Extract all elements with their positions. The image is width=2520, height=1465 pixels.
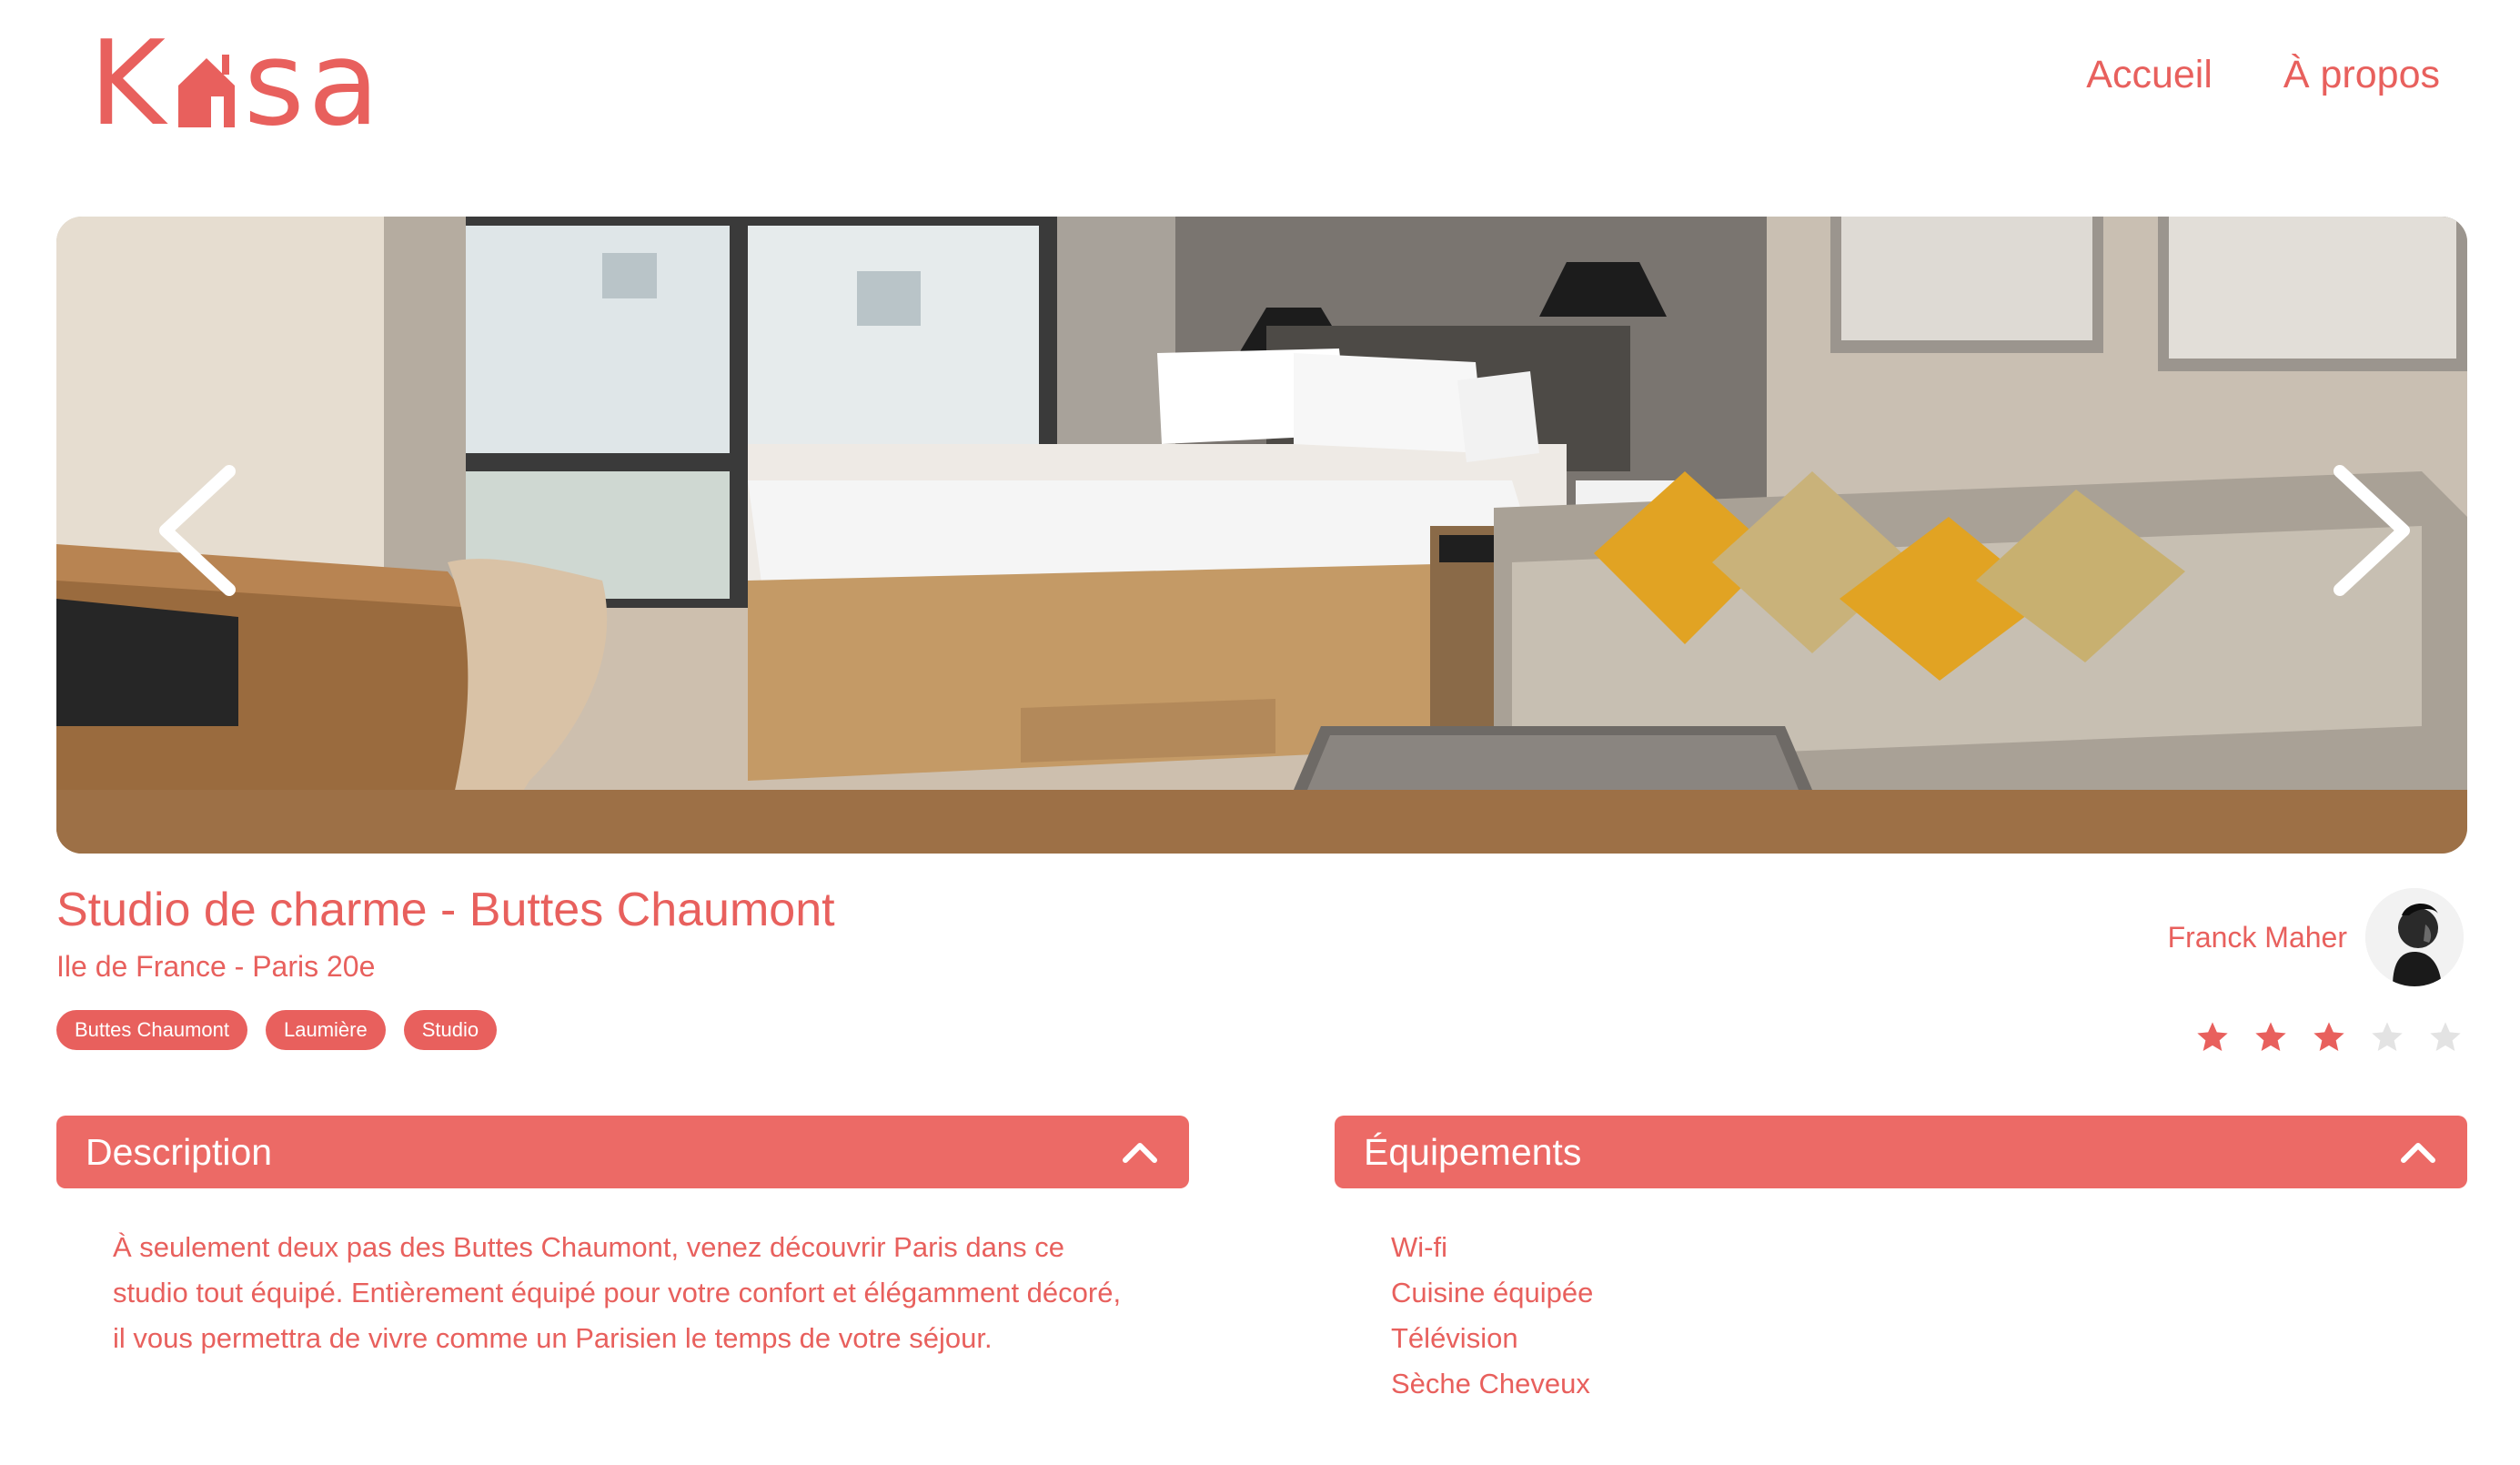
equipments-toggle[interactable]: Équipements: [1335, 1116, 2467, 1188]
chevron-up-icon[interactable]: [2398, 1138, 2438, 1166]
description-collapse: Description À seulement deux pas des But…: [56, 1116, 1189, 1361]
house-icon: [177, 55, 235, 127]
listing-photo: [56, 217, 2467, 854]
equipment-list: Wi-fi Cuisine équipée Télévision Sèche C…: [1391, 1225, 2411, 1407]
main-nav: Accueil À propos: [2086, 53, 2440, 97]
listing-title: Studio de charme - Buttes Chaumont: [56, 884, 835, 936]
description-toggle[interactable]: Description: [56, 1116, 1189, 1188]
logo-letters-sa: sa: [243, 16, 384, 152]
star-icon: [2430, 1022, 2461, 1051]
chevron-right-icon[interactable]: [2322, 462, 2422, 599]
host-name: Franck Maher: [2167, 920, 2347, 954]
star-icon: [2313, 1022, 2344, 1051]
star-icon: [2372, 1022, 2403, 1051]
rating-stars: [2194, 1019, 2464, 1056]
list-item: Télévision: [1391, 1322, 1518, 1354]
description-text: À seulement deux pas des Buttes Chaumont…: [113, 1231, 1122, 1354]
logo-letter-k: K: [89, 16, 169, 152]
tag-badge: Laumière: [265, 1010, 386, 1050]
nav-about-link[interactable]: À propos: [2283, 53, 2440, 97]
photo-carousel: [56, 217, 2467, 854]
equipments-body: Wi-fi Cuisine équipée Télévision Sèche C…: [1335, 1188, 2467, 1407]
listing-location: Ile de France - Paris 20e: [56, 950, 376, 983]
description-header: Description: [86, 1130, 273, 1173]
site-header: K sa Accueil À propos: [0, 0, 2520, 182]
star-icon: [2197, 1022, 2228, 1051]
tag-badge: Studio: [403, 1010, 498, 1050]
nav-home-link[interactable]: Accueil: [2086, 53, 2213, 97]
chevron-left-icon[interactable]: [147, 462, 247, 599]
list-item: Sèche Cheveux: [1391, 1368, 1590, 1399]
tag-badge: Buttes Chaumont: [56, 1010, 247, 1050]
host-info: Franck Maher: [2168, 888, 2464, 986]
list-item: Cuisine équipée: [1391, 1277, 1594, 1308]
chevron-up-icon[interactable]: [1120, 1138, 1160, 1166]
avatar: [2365, 888, 2464, 986]
equipments-collapse: Équipements Wi-fi Cuisine équipée Télévi…: [1335, 1116, 2467, 1407]
star-icon: [2255, 1022, 2286, 1051]
tag-list: Buttes Chaumont Laumière Studio: [56, 1010, 498, 1050]
equipments-header: Équipements: [1364, 1130, 1582, 1173]
logo[interactable]: K sa: [89, 16, 384, 152]
list-item: Wi-fi: [1391, 1231, 1447, 1263]
